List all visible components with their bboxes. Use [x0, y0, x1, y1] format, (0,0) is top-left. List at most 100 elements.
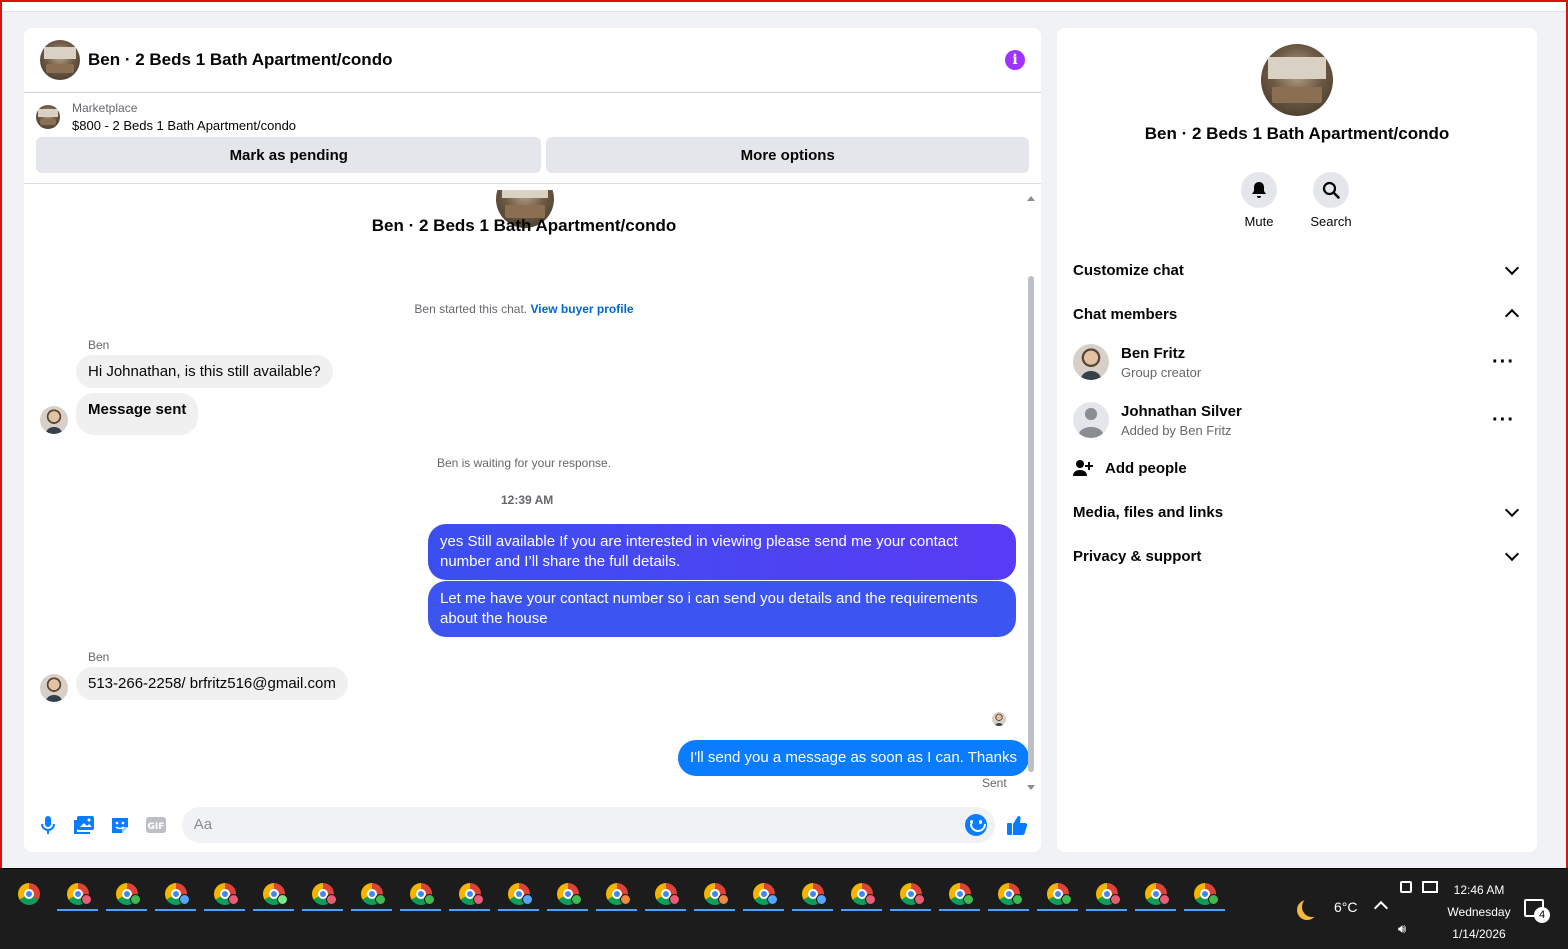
microphone-icon[interactable] — [36, 813, 60, 837]
emoji-icon[interactable] — [965, 813, 988, 836]
active-indicator — [498, 909, 539, 911]
outgoing-message[interactable]: Let me have your contact number so i can… — [428, 581, 1016, 637]
view-buyer-profile-link[interactable]: View buyer profile — [530, 302, 633, 316]
chrome-window-icon[interactable] — [1131, 877, 1180, 911]
active-indicator — [694, 909, 735, 911]
more-options-icon[interactable]: ··· — [1492, 352, 1515, 372]
active-indicator — [988, 909, 1029, 911]
info-icon[interactable]: i — [1005, 50, 1025, 70]
chrome-window-icon[interactable] — [739, 877, 788, 911]
chrome-window-icon[interactable] — [200, 877, 249, 911]
active-indicator — [106, 909, 147, 911]
chrome-window-icon[interactable] — [935, 877, 984, 911]
thumbs-up-icon[interactable] — [1005, 813, 1029, 837]
mark-as-pending-button[interactable]: Mark as pending — [36, 137, 542, 173]
message-scrollbar[interactable] — [1027, 194, 1035, 790]
search-button[interactable]: Search — [1301, 172, 1361, 229]
member-avatar[interactable] — [1073, 344, 1109, 380]
chrome-window-icon[interactable] — [1180, 877, 1229, 911]
chat-avatar[interactable] — [40, 40, 80, 80]
chrome-window-icon[interactable] — [886, 877, 935, 911]
sticker-icon[interactable] — [108, 813, 132, 837]
profile-badge-icon — [914, 894, 925, 905]
profile-badge-icon — [179, 894, 190, 905]
info-avatar[interactable] — [1261, 44, 1333, 116]
sent-status: Sent — [982, 776, 1007, 790]
scroll-up-arrow[interactable] — [1027, 196, 1035, 201]
profile-badge-icon — [473, 894, 484, 905]
chat-info-panel: Ben · 2 Beds 1 Bath Apartment/condo Mute… — [1057, 28, 1537, 852]
waiting-note: Ben is waiting for your response. — [436, 456, 612, 470]
more-options-icon[interactable]: ··· — [1492, 410, 1515, 430]
photo-icon[interactable] — [72, 813, 96, 837]
chrome-window-icon[interactable] — [690, 877, 739, 911]
incoming-message[interactable]: 513-266-2258/ brfritz516@gmail.com — [76, 667, 348, 700]
chevron-up-icon[interactable] — [1373, 900, 1389, 916]
profile-badge-icon — [1061, 894, 1072, 905]
more-options-button[interactable]: More options — [546, 137, 1029, 173]
scroll-down-arrow[interactable] — [1027, 785, 1035, 790]
active-indicator — [743, 909, 784, 911]
marketplace-label: Marketplace — [72, 101, 138, 115]
media-files-links-section[interactable]: Media, files and links — [1073, 500, 1521, 524]
outgoing-message[interactable]: yes Still available If you are intereste… — [428, 524, 1016, 580]
system-clock[interactable]: 12:46 AM Wednesday 1/14/2026 — [1436, 879, 1522, 945]
sender-avatar[interactable] — [40, 406, 68, 434]
privacy-support-section[interactable]: Privacy & support — [1073, 544, 1521, 568]
clock-date: 1/14/2026 — [1452, 927, 1506, 941]
scroll-thumb[interactable] — [1028, 276, 1034, 772]
active-indicator — [890, 909, 931, 911]
chrome-window-icon[interactable] — [788, 877, 837, 911]
marketplace-bar: Marketplace $800 - 2 Beds 1 Bath Apartme… — [24, 93, 1041, 184]
add-person-icon — [1073, 460, 1093, 476]
volume-icon[interactable]: 🔊︎ — [1398, 921, 1406, 937]
taskbar-app-icon[interactable] — [4, 877, 53, 911]
chrome-window-icon[interactable] — [494, 877, 543, 911]
chrome-window-icon[interactable] — [837, 877, 886, 911]
chat-members-section[interactable]: Chat members — [1073, 302, 1521, 326]
chrome-window-icon[interactable] — [102, 877, 151, 911]
chrome-window-icon[interactable] — [396, 877, 445, 911]
chrome-window-icon[interactable] — [592, 877, 641, 911]
mute-button[interactable]: Mute — [1229, 172, 1289, 229]
chrome-window-icon[interactable] — [53, 877, 102, 911]
listing-thumbnail[interactable] — [36, 105, 60, 129]
chevron-down-icon — [1504, 546, 1520, 562]
chrome-window-icon[interactable] — [445, 877, 494, 911]
chat-title[interactable]: Ben · 2 Beds 1 Bath Apartment/condo — [88, 50, 392, 70]
listing-title[interactable]: $800 - 2 Beds 1 Bath Apartment/condo — [72, 118, 296, 133]
chrome-window-icon[interactable] — [543, 877, 592, 911]
profile-badge-icon — [326, 894, 337, 905]
customize-chat-section[interactable]: Customize chat — [1073, 258, 1521, 282]
add-people-button[interactable]: Add people — [1073, 456, 1187, 480]
member-row[interactable]: Ben Fritz Group creator ··· — [1073, 342, 1521, 382]
mute-label: Mute — [1244, 214, 1274, 229]
clock-time: 12:46 AM — [1453, 883, 1505, 897]
weather-widget[interactable]: 6°C — [1296, 897, 1358, 917]
window-border-left — [0, 0, 2, 868]
thread-title: Ben · 2 Beds 1 Bath Apartment/condo — [371, 216, 677, 235]
chrome-window-icon[interactable] — [298, 877, 347, 911]
chrome-window-icon[interactable] — [641, 877, 690, 911]
incoming-message[interactable]: Message sent — [76, 393, 199, 435]
chat-header: Ben · 2 Beds 1 Bath Apartment/condo i — [24, 28, 1041, 93]
outgoing-message[interactable]: I'll send you a message as soon as I can… — [678, 740, 1029, 776]
chrome-window-icon[interactable] — [151, 877, 200, 911]
message-input-wrapper — [181, 806, 996, 843]
profile-badge-icon — [1012, 894, 1023, 905]
taskbar-apps — [4, 877, 1229, 911]
chrome-window-icon[interactable] — [984, 877, 1033, 911]
profile-badge-icon — [130, 894, 141, 905]
incoming-message[interactable]: Hi Johnathan, is this still available? — [76, 355, 333, 388]
meet-icon[interactable] — [1400, 881, 1412, 893]
chrome-window-icon[interactable] — [249, 877, 298, 911]
gif-icon[interactable]: GIF — [144, 813, 168, 837]
sender-avatar[interactable] — [40, 674, 68, 702]
member-avatar[interactable] — [1073, 402, 1109, 438]
member-row[interactable]: Johnathan Silver Added by Ben Fritz ··· — [1073, 400, 1521, 440]
message-input[interactable] — [193, 816, 966, 833]
chrome-window-icon[interactable] — [1082, 877, 1131, 911]
chrome-window-icon[interactable] — [347, 877, 396, 911]
profile-badge-icon — [963, 894, 974, 905]
chrome-window-icon[interactable] — [1033, 877, 1082, 911]
